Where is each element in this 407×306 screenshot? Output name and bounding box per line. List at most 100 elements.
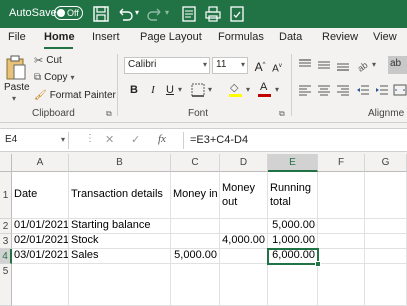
- fill-color-button[interactable]: ◇: [228, 81, 244, 99]
- cell-b2[interactable]: Starting balance: [69, 219, 171, 234]
- cell-f3[interactable]: [318, 234, 365, 249]
- cell-b5[interactable]: [69, 264, 171, 306]
- italic-button[interactable]: I: [146, 83, 160, 97]
- decrease-indent-icon[interactable]: [356, 83, 370, 97]
- grow-font-button[interactable]: A^: [253, 58, 267, 74]
- format-painter-button[interactable]: 🖌 Format Painter: [34, 90, 116, 101]
- column-header-c[interactable]: C: [171, 154, 220, 172]
- cell-d5[interactable]: [220, 264, 268, 306]
- tab-home[interactable]: Home: [44, 31, 75, 43]
- orientation-icon[interactable]: ab: [356, 58, 372, 72]
- column-header-f[interactable]: F: [318, 154, 365, 172]
- cell-c2[interactable]: [171, 219, 220, 234]
- column-header-b[interactable]: B: [69, 154, 171, 172]
- copy-button[interactable]: ⧉ Copy ▾: [34, 72, 75, 83]
- cell-f4[interactable]: [318, 249, 365, 264]
- cell-b3[interactable]: Stock: [69, 234, 171, 249]
- cell-b1[interactable]: Transaction details: [69, 172, 171, 219]
- cell-d4[interactable]: [220, 249, 268, 264]
- merge-center-icon[interactable]: [393, 83, 407, 97]
- cell-a5[interactable]: [12, 264, 69, 306]
- cell-e5[interactable]: [268, 264, 318, 306]
- more-options-icon[interactable]: ⋮: [85, 133, 95, 144]
- column-header-a[interactable]: A: [12, 154, 69, 172]
- save-icon[interactable]: [92, 5, 110, 23]
- middle-align-icon[interactable]: [317, 58, 331, 72]
- undo-icon[interactable]: [116, 5, 134, 23]
- cancel-icon[interactable]: ✕: [105, 133, 114, 146]
- tab-view[interactable]: View: [373, 31, 397, 43]
- redo-icon[interactable]: [146, 5, 164, 23]
- cell-f5[interactable]: [318, 264, 365, 306]
- column-header-g[interactable]: G: [365, 154, 407, 172]
- row-header-4[interactable]: 4: [0, 249, 12, 264]
- borders-icon[interactable]: [191, 83, 205, 97]
- column-header-d[interactable]: D: [220, 154, 268, 172]
- cell-c4[interactable]: 5,000.00: [171, 249, 220, 264]
- font-launcher-icon[interactable]: ⧉: [279, 109, 285, 119]
- row-header-3[interactable]: 3: [0, 234, 12, 249]
- paste-button[interactable]: Paste: [4, 82, 30, 93]
- insert-function-icon[interactable]: fx: [158, 133, 166, 145]
- cell-c5[interactable]: [171, 264, 220, 306]
- enter-icon[interactable]: ✓: [131, 133, 140, 146]
- column-header-e[interactable]: E: [268, 154, 318, 172]
- bold-button[interactable]: B: [127, 83, 141, 97]
- cell-g4[interactable]: [365, 249, 407, 264]
- font-color-dropdown-icon[interactable]: ▾: [275, 85, 279, 94]
- row-header-2[interactable]: 2: [0, 219, 12, 234]
- cell-e1[interactable]: Running total: [268, 172, 318, 219]
- row-header-5[interactable]: 5: [0, 264, 12, 306]
- tab-insert[interactable]: Insert: [92, 31, 120, 43]
- cell-d2[interactable]: [220, 219, 268, 234]
- cell-e4[interactable]: 6,000.00: [268, 249, 318, 264]
- cell-b4[interactable]: Sales: [69, 249, 171, 264]
- undo-dropdown-icon[interactable]: ▾: [135, 8, 139, 17]
- paste-icon[interactable]: [5, 55, 27, 81]
- cell-a4[interactable]: 03/01/2021: [12, 249, 69, 264]
- cell-f2[interactable]: [318, 219, 365, 234]
- spell-check-icon[interactable]: [228, 5, 246, 23]
- tab-file[interactable]: File: [8, 31, 26, 43]
- align-right-icon[interactable]: [336, 83, 350, 97]
- cell-c3[interactable]: [171, 234, 220, 249]
- cell-a2[interactable]: 01/01/2021: [12, 219, 69, 234]
- paste-dropdown-icon[interactable]: ▾: [12, 94, 16, 103]
- print-icon[interactable]: [204, 5, 222, 23]
- font-color-button[interactable]: A: [257, 81, 273, 99]
- name-box[interactable]: E4: [3, 132, 69, 149]
- shrink-font-button[interactable]: Av: [270, 59, 284, 74]
- align-left-icon[interactable]: [298, 83, 312, 97]
- cell-d1[interactable]: Money out: [220, 172, 268, 219]
- cell-d3[interactable]: 4,000.00: [220, 234, 268, 249]
- select-all-corner[interactable]: [0, 154, 12, 172]
- cell-a1[interactable]: Date: [12, 172, 69, 219]
- align-center-icon[interactable]: [317, 83, 331, 97]
- cell-g3[interactable]: [365, 234, 407, 249]
- chevron-down-icon[interactable]: ▾: [61, 135, 65, 144]
- autosave-toggle[interactable]: Off: [54, 6, 83, 20]
- tab-formulas[interactable]: Formulas: [218, 31, 264, 43]
- bottom-align-icon[interactable]: [336, 58, 350, 72]
- font-size-dropdown[interactable]: 11 ▾: [212, 57, 248, 74]
- cell-g2[interactable]: [365, 219, 407, 234]
- cut-button[interactable]: ✂ Cut: [34, 54, 62, 67]
- clipboard-launcher-icon[interactable]: ⧉: [106, 109, 112, 119]
- row-header-1[interactable]: 1: [0, 172, 12, 219]
- cell-e2[interactable]: 5,000.00: [268, 219, 318, 234]
- fill-color-dropdown-icon[interactable]: ▾: [246, 85, 250, 94]
- copy-dropdown-icon[interactable]: ▾: [71, 73, 75, 82]
- font-name-dropdown[interactable]: Calibri ▾: [124, 57, 210, 74]
- cell-f1[interactable]: [318, 172, 365, 219]
- redo-dropdown-icon[interactable]: ▾: [165, 8, 169, 17]
- cell-a3[interactable]: 02/01/2021: [12, 234, 69, 249]
- cell-e3[interactable]: 1,000.00: [268, 234, 318, 249]
- tab-page-layout[interactable]: Page Layout: [140, 31, 202, 43]
- formula-input[interactable]: =E3+C4-D4: [190, 134, 248, 146]
- document-icon[interactable]: [180, 5, 198, 23]
- orientation-dropdown-icon[interactable]: ▾: [372, 60, 376, 69]
- top-align-icon[interactable]: [298, 58, 312, 72]
- cell-c1[interactable]: Money in: [171, 172, 220, 219]
- underline-button[interactable]: U: [163, 83, 177, 97]
- underline-dropdown-icon[interactable]: ▾: [178, 85, 182, 94]
